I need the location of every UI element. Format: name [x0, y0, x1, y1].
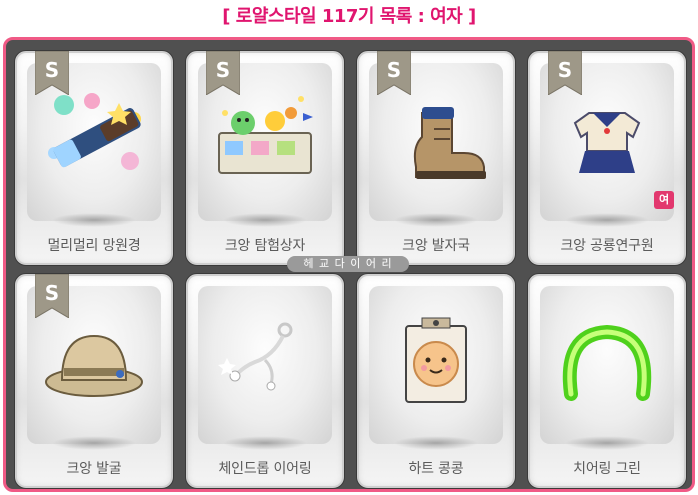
- item-name: 크앙 탐험상자: [224, 238, 306, 254]
- item-card-heart-face[interactable]: 하트 콩콩: [356, 273, 516, 489]
- sailor-outfit-icon: [573, 112, 641, 173]
- item-card-earring[interactable]: 체인드롭 이어링: [185, 273, 345, 489]
- telescope-icon: [48, 93, 141, 170]
- svg-text:S: S: [216, 58, 230, 82]
- item-card-green-ring[interactable]: 치어링 그린: [527, 273, 687, 489]
- treasure-box-icon: [218, 96, 313, 174]
- watermark-label: 헤 교 다 이 어 리: [287, 256, 409, 272]
- item-card-explorer-hat[interactable]: S 크앙 발굴: [14, 273, 174, 489]
- item-name: 치어링 그린: [573, 461, 641, 477]
- svg-text:S: S: [45, 58, 59, 82]
- heart-face-icon: [405, 317, 467, 403]
- svg-text:S: S: [558, 58, 572, 82]
- item-card-telescope[interactable]: S 멀리멀리 망원경: [14, 50, 174, 266]
- item-card-boot[interactable]: S 크앙 발자국: [356, 50, 516, 266]
- svg-text:S: S: [45, 281, 59, 305]
- svg-text:S: S: [387, 58, 401, 82]
- item-name: 체인드롭 이어링: [218, 461, 312, 477]
- boot-icon: [413, 107, 486, 179]
- earring-icon: [218, 322, 293, 391]
- item-card-sailor-outfit[interactable]: S 여 크앙 공룡연구원: [527, 50, 687, 266]
- item-name: 크앙 발굴: [66, 461, 122, 477]
- page-title: [ 로얄스타일 117기 목록 : 여자 ]: [222, 6, 476, 27]
- item-card-treasure-box[interactable]: S 크앙 탐험상자: [185, 50, 345, 266]
- item-name: 멀리멀리 망원경: [47, 238, 141, 254]
- green-ring-icon: [562, 324, 652, 401]
- item-name: 하트 콩콩: [408, 461, 464, 477]
- explorer-hat-icon: [45, 334, 143, 397]
- female-badge: 여: [654, 191, 674, 209]
- item-name: 크앙 공룡연구원: [560, 238, 654, 254]
- item-name: 크앙 발자국: [402, 238, 470, 254]
